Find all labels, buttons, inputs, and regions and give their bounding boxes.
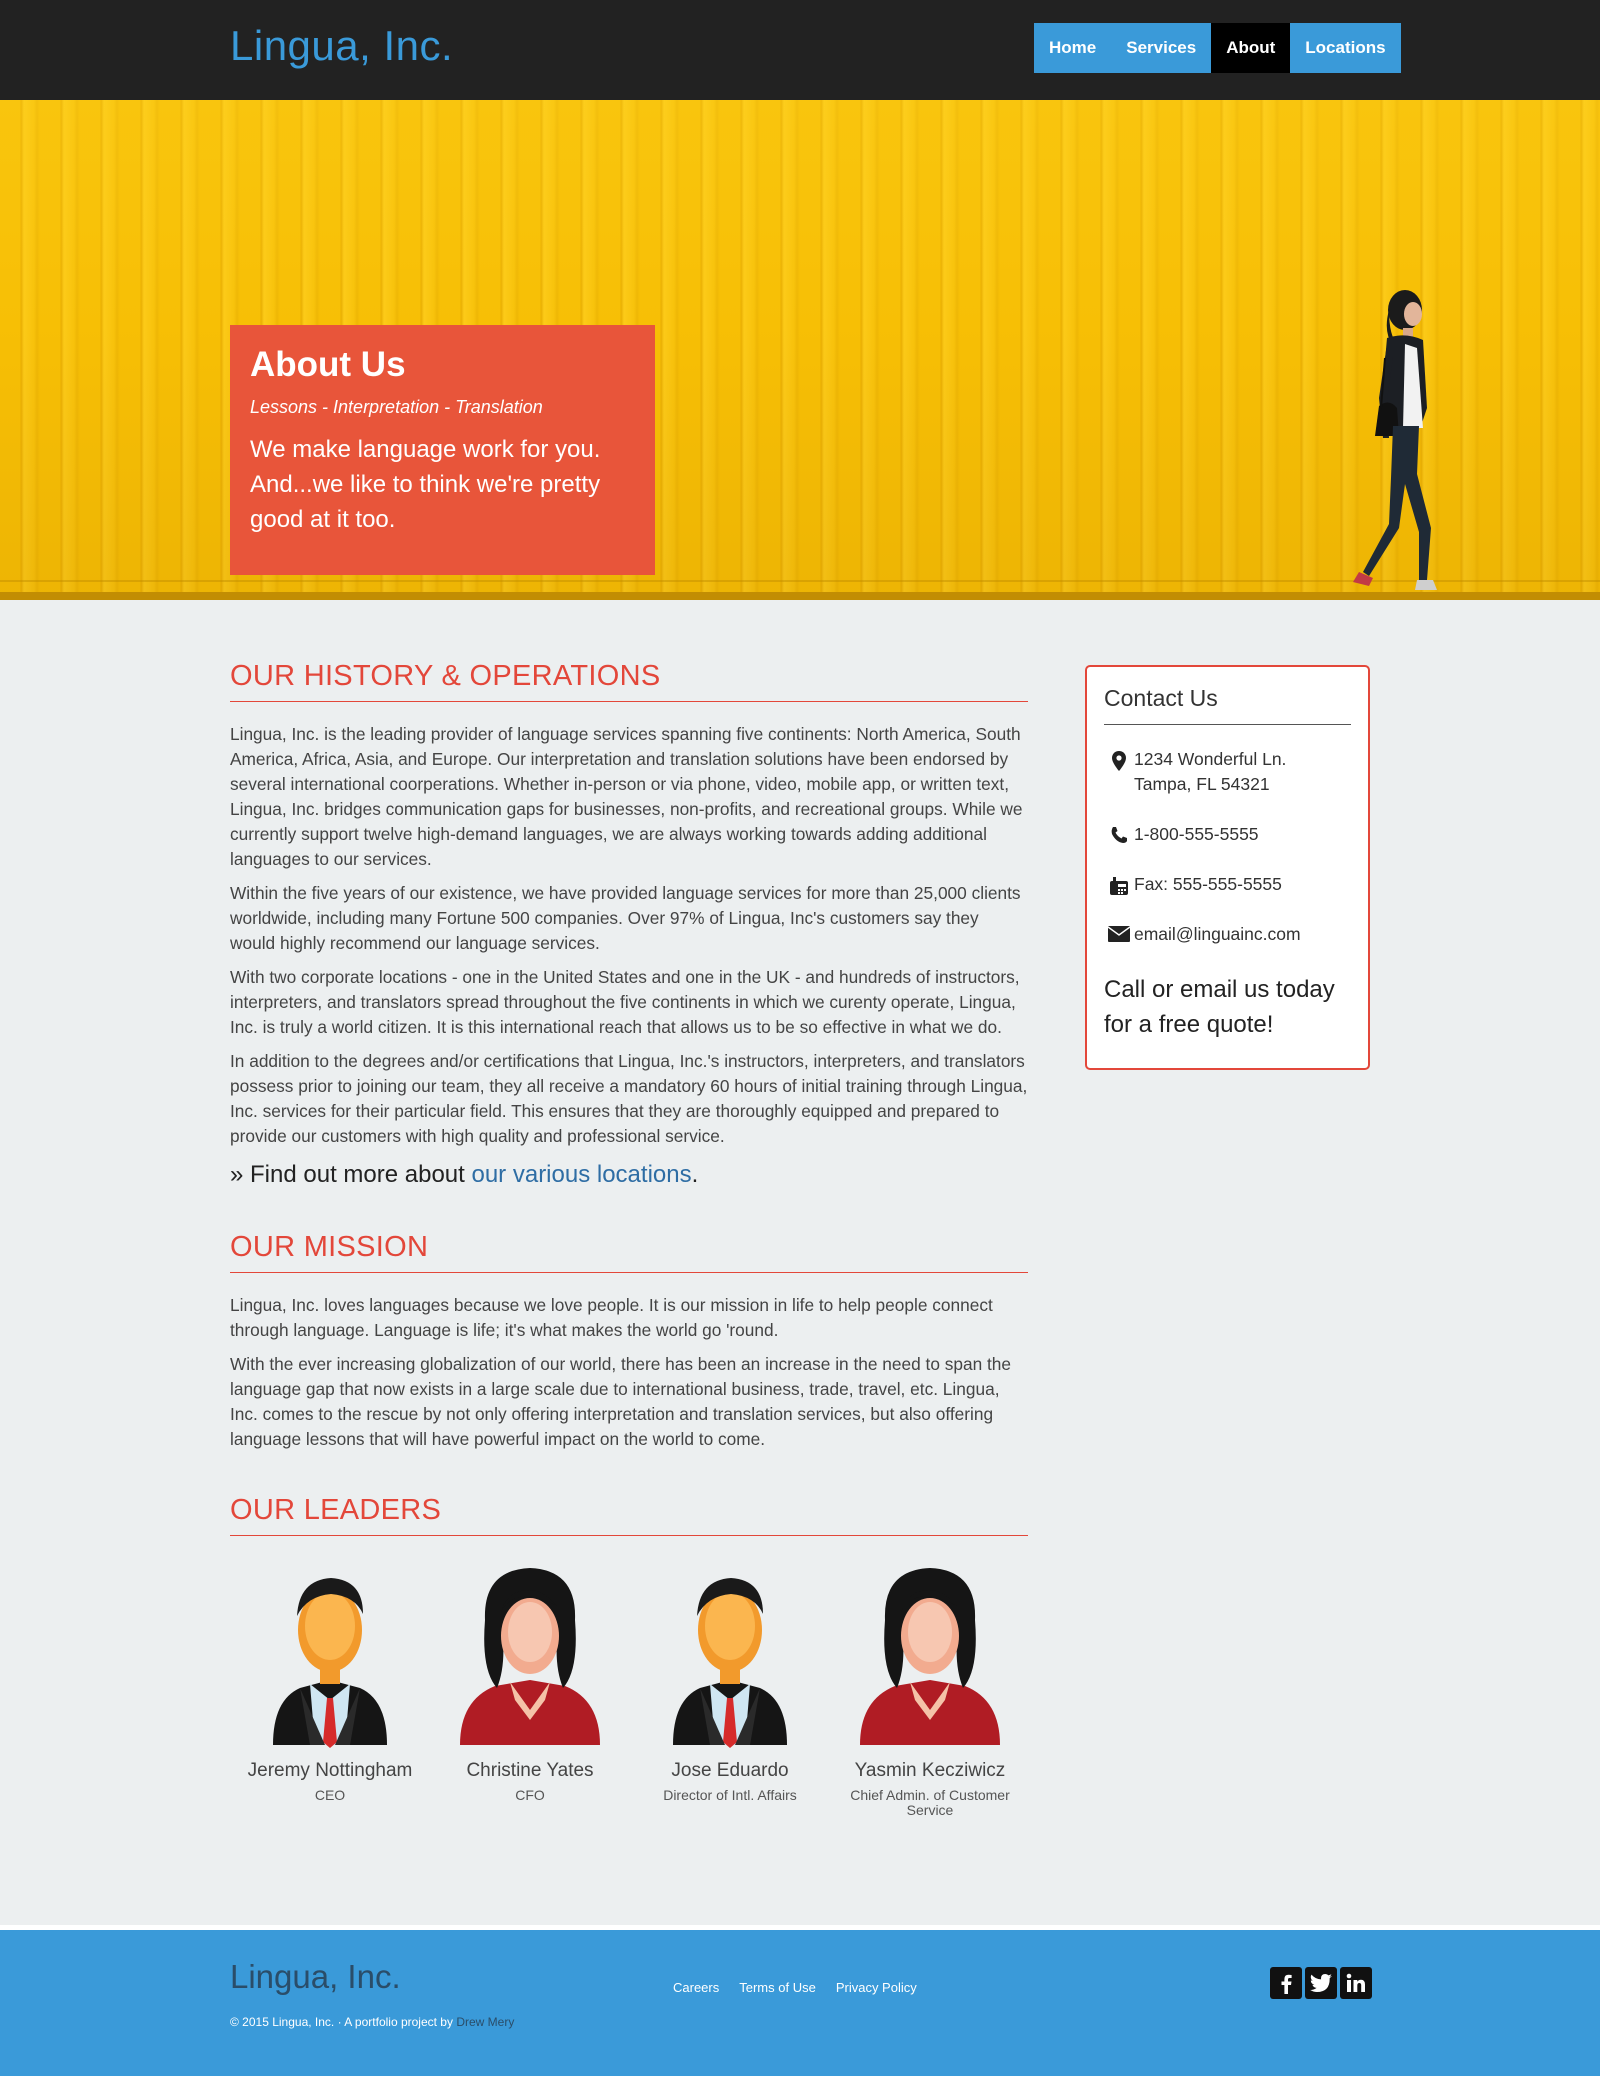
- footer-brand[interactable]: Lingua, Inc.: [230, 1958, 401, 1996]
- envelope-icon: [1104, 922, 1134, 942]
- find-more-prefix: » Find out more about: [230, 1161, 472, 1188]
- history-paragraph: With two corporate locations - one in th…: [230, 967, 1020, 1037]
- leader-role: Director of Intl. Affairs: [663, 1787, 797, 1803]
- businessman-icon: [673, 1578, 787, 1748]
- leader-card: Yasmin Kecziwicz Chief Admin. of Custome…: [830, 1560, 1030, 1818]
- leader-name: Jeremy Nottingham: [247, 1760, 413, 1781]
- contact-card: Contact Us 1234 Wonderful Ln. Tampa, FL 5…: [1085, 665, 1370, 1070]
- nav-locations[interactable]: Locations: [1290, 23, 1401, 73]
- phone-number[interactable]: 1-800-555-5555: [1134, 822, 1259, 847]
- leaders-heading: OUR LEADERS: [230, 1494, 1028, 1536]
- history-paragraph: Lingua, Inc. is the leading provider of …: [230, 724, 1023, 869]
- map-marker-icon: [1104, 747, 1134, 771]
- leader-name: Christine Yates: [466, 1760, 594, 1781]
- mission-paragraph: With the ever increasing globalization o…: [230, 1354, 1012, 1449]
- page-title: About Us: [250, 345, 406, 384]
- find-more-line: » Find out more about our various locati…: [230, 1161, 1028, 1189]
- terms-link[interactable]: Terms of Use: [739, 1980, 816, 1995]
- leader-role: CEO: [314, 1787, 346, 1803]
- locations-link[interactable]: our various locations: [471, 1161, 691, 1188]
- history-paragraph: In addition to the degrees and/or certif…: [230, 1051, 1028, 1146]
- history-heading: OUR HISTORY & OPERATIONS: [230, 660, 1028, 702]
- leader-card: Christine Yates CFO: [430, 1560, 630, 1818]
- leader-card: Jeremy Nottingham CEO: [230, 1560, 430, 1818]
- leader-role: Chief Admin. of Customer Service: [850, 1787, 1010, 1818]
- fax-icon: [1104, 872, 1134, 896]
- contact-cta: Call or email us today for a free quote!: [1104, 976, 1335, 1038]
- nav-about[interactable]: About: [1211, 23, 1291, 73]
- find-more-suffix: .: [691, 1161, 699, 1188]
- phone-icon: [1104, 822, 1134, 844]
- hero-tagline: Lessons - Interpretation - Translation: [250, 397, 543, 417]
- facebook-icon[interactable]: [1270, 1967, 1302, 1999]
- brand-logo[interactable]: Lingua, Inc.: [230, 22, 453, 70]
- contact-phone: 1-800-555-5555: [1104, 822, 1351, 847]
- email-address[interactable]: email@linguainc.com: [1134, 922, 1301, 947]
- mission-paragraph: Lingua, Inc. loves languages because we …: [230, 1295, 993, 1340]
- contact-address: 1234 Wonderful Ln. Tampa, FL 54321: [1104, 747, 1351, 797]
- leaders-grid: Jeremy Nottingham CEO Christine Yates CF…: [230, 1560, 1030, 1818]
- about-us-card: About Us Lessons - Interpretation - Tran…: [230, 325, 655, 575]
- contact-heading: Contact Us: [1104, 685, 1351, 725]
- leader-name: Yasmin Kecziwicz: [854, 1760, 1006, 1781]
- hero-lead: We make language work for you. And...we …: [250, 436, 601, 533]
- nav-services[interactable]: Services: [1111, 23, 1212, 73]
- footer-links: Careers Terms of Use Privacy Policy: [673, 1980, 917, 1995]
- linkedin-icon[interactable]: [1340, 1967, 1372, 1999]
- copyright-text: © 2015 Lingua, Inc. · A portfolio projec…: [230, 2015, 457, 2029]
- careers-link[interactable]: Careers: [673, 1980, 719, 1995]
- main-nav: Home Services About Locations: [1034, 23, 1401, 73]
- address-line1: 1234 Wonderful Ln.: [1134, 749, 1287, 769]
- copyright: © 2015 Lingua, Inc. · A portfolio projec…: [230, 2015, 514, 2029]
- nav-home[interactable]: Home: [1034, 23, 1112, 73]
- mission-heading: OUR MISSION: [230, 1231, 1028, 1273]
- privacy-link[interactable]: Privacy Policy: [836, 1980, 917, 1995]
- businessman-icon: [273, 1578, 387, 1748]
- businesswoman-icon: [460, 1568, 600, 1745]
- hero-banner: About Us Lessons - Interpretation - Tran…: [0, 100, 1600, 600]
- author-link[interactable]: Drew Mery: [456, 2015, 514, 2029]
- contact-fax: Fax: 555-555-5555: [1104, 872, 1351, 897]
- leader-card: Jose Eduardo Director of Intl. Affairs: [630, 1560, 830, 1818]
- social-icons: [1270, 1967, 1372, 1999]
- top-navbar: Lingua, Inc. Home Services About Locatio…: [0, 0, 1600, 100]
- address-line2: Tampa, FL 54321: [1134, 774, 1270, 794]
- twitter-icon[interactable]: [1305, 1967, 1337, 1999]
- businesswoman-icon: [860, 1568, 1000, 1745]
- fax-number: Fax: 555-555-5555: [1134, 874, 1282, 894]
- leader-role: CFO: [515, 1787, 545, 1803]
- walking-woman-image: [1353, 290, 1437, 590]
- footer: Lingua, Inc. Careers Terms of Use Privac…: [0, 1930, 1600, 2076]
- history-paragraph: Within the five years of our existence, …: [230, 883, 1021, 953]
- main-content: OUR HISTORY & OPERATIONS Lingua, Inc. is…: [230, 660, 1028, 1818]
- leader-name: Jose Eduardo: [671, 1760, 789, 1781]
- contact-email: email@linguainc.com: [1104, 922, 1351, 947]
